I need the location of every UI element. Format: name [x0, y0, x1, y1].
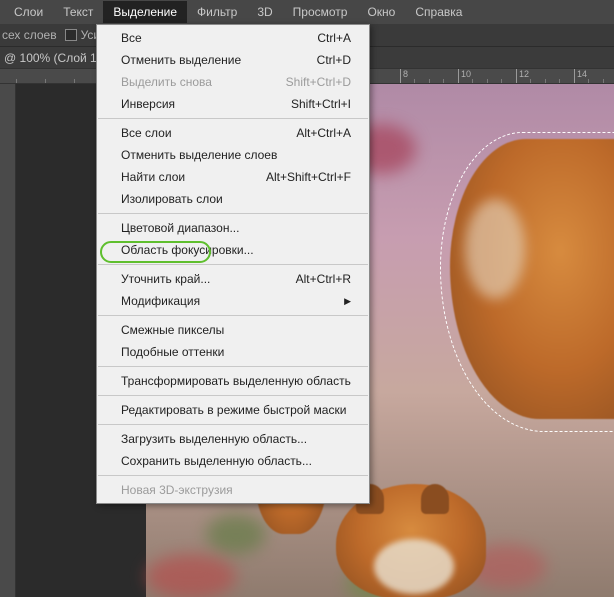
- menu-item-label: Сохранить выделенную область...: [121, 453, 312, 469]
- menu-separator: [98, 424, 368, 425]
- menubar-item-текст[interactable]: Текст: [53, 1, 103, 23]
- menu-item[interactable]: Модификация ▶: [97, 290, 369, 312]
- menu-item-label: Цветовой диапазон...: [121, 220, 239, 236]
- menu-item[interactable]: Все Ctrl+A: [97, 27, 369, 49]
- menu-item-shortcut: Alt+Ctrl+A: [296, 125, 351, 141]
- menu-item-label: Уточнить край...: [121, 271, 210, 287]
- menubar: СлоиТекстВыделениеФильтр3DПросмотрОкноСп…: [0, 0, 614, 24]
- menu-item-label: Все слои: [121, 125, 172, 141]
- menu-select-dropdown: Все Ctrl+A Отменить выделение Ctrl+D Выделит…: [96, 24, 370, 504]
- menu-item-shortcut: Shift+Ctrl+I: [291, 96, 351, 112]
- ruler-vertical: [0, 84, 16, 597]
- ruler-tick: 14: [574, 69, 587, 84]
- menu-item-label: Подобные оттенки: [121, 344, 224, 360]
- menu-item[interactable]: Подобные оттенки: [97, 341, 369, 363]
- menu-item-label: Все: [121, 30, 142, 46]
- menubar-item-фильтр[interactable]: Фильтр: [187, 1, 247, 23]
- menu-item-label: Модификация: [121, 293, 200, 309]
- menu-item[interactable]: Загрузить выделенную область...: [97, 428, 369, 450]
- menubar-item-просмотр[interactable]: Просмотр: [283, 1, 358, 23]
- menu-item[interactable]: Область фокусировки...: [97, 239, 369, 261]
- menu-item[interactable]: Трансформировать выделенную область: [97, 370, 369, 392]
- menu-item-shortcut: Shift+Ctrl+D: [286, 74, 351, 90]
- menu-item-label: Загрузить выделенную область...: [121, 431, 307, 447]
- menu-item[interactable]: Отменить выделение слоев: [97, 144, 369, 166]
- options-label-fragment: сех слоев: [2, 28, 57, 42]
- menu-item[interactable]: Найти слои Alt+Shift+Ctrl+F: [97, 166, 369, 188]
- document-tab-title[interactable]: @ 100% (Слой 1: [4, 51, 97, 65]
- menu-item-label: Трансформировать выделенную область: [121, 373, 351, 389]
- menu-item-shortcut: Ctrl+A: [317, 30, 351, 46]
- menu-separator: [98, 366, 368, 367]
- menu-item-label: Смежные пикселы: [121, 322, 224, 338]
- menu-item-label: Инверсия: [121, 96, 175, 112]
- menu-separator: [98, 395, 368, 396]
- ruler-tick: 12: [516, 69, 529, 84]
- menu-item[interactable]: Редактировать в режиме быстрой маски: [97, 399, 369, 421]
- menu-item-label: Область фокусировки...: [121, 242, 254, 258]
- menu-separator: [98, 213, 368, 214]
- menu-item-label: Найти слои: [121, 169, 185, 185]
- menu-item[interactable]: Смежные пикселы: [97, 319, 369, 341]
- menu-separator: [98, 475, 368, 476]
- menu-item[interactable]: Цветовой диапазон...: [97, 217, 369, 239]
- menu-item: Выделить снова Shift+Ctrl+D: [97, 71, 369, 93]
- menu-item-label: Отменить выделение: [121, 52, 241, 68]
- menu-item[interactable]: Изолировать слои: [97, 188, 369, 210]
- menu-item-label: Редактировать в режиме быстрой маски: [121, 402, 346, 418]
- menu-item[interactable]: Все слои Alt+Ctrl+A: [97, 122, 369, 144]
- menu-item-label: Выделить снова: [121, 74, 212, 90]
- menu-item[interactable]: Отменить выделение Ctrl+D: [97, 49, 369, 71]
- menu-item[interactable]: Уточнить край... Alt+Ctrl+R: [97, 268, 369, 290]
- menu-item[interactable]: Инверсия Shift+Ctrl+I: [97, 93, 369, 115]
- menu-item-shortcut: Ctrl+D: [317, 52, 351, 68]
- menu-item-label: Новая 3D-экструзия: [121, 482, 233, 498]
- ruler-tick: 8: [400, 69, 408, 84]
- menu-item: Новая 3D-экструзия: [97, 479, 369, 501]
- menubar-item-выделение[interactable]: Выделение: [103, 1, 187, 23]
- menu-item[interactable]: Сохранить выделенную область...: [97, 450, 369, 472]
- menu-item-label: Отменить выделение слоев: [121, 147, 277, 163]
- enhance-checkbox[interactable]: [65, 29, 77, 41]
- menu-separator: [98, 118, 368, 119]
- menubar-item-справка[interactable]: Справка: [405, 1, 472, 23]
- menu-separator: [98, 315, 368, 316]
- menu-item-shortcut: Alt+Ctrl+R: [296, 271, 351, 287]
- ruler-tick: 10: [458, 69, 471, 84]
- menu-item-shortcut: Alt+Shift+Ctrl+F: [266, 169, 351, 185]
- menu-separator: [98, 264, 368, 265]
- menubar-item-слои[interactable]: Слои: [4, 1, 53, 23]
- menubar-item-3d[interactable]: 3D: [247, 1, 282, 23]
- submenu-arrow-icon: ▶: [344, 293, 351, 309]
- menubar-item-окно[interactable]: Окно: [357, 1, 405, 23]
- menu-item-label: Изолировать слои: [121, 191, 223, 207]
